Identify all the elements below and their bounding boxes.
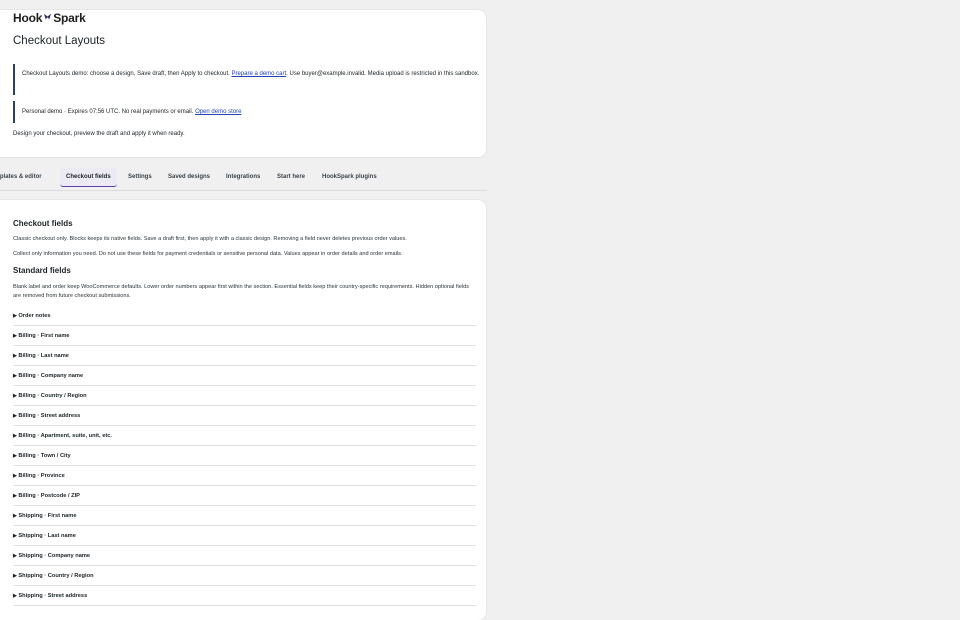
spark-icon bbox=[43, 12, 52, 24]
tab-divider bbox=[0, 190, 487, 191]
field-label: Billing · Street address bbox=[18, 412, 81, 419]
tab-checkout-fields[interactable]: Checkout fields bbox=[60, 168, 117, 187]
field-shipping-country-region[interactable]: ▶ Shipping · Country / Region bbox=[13, 566, 476, 586]
triangle-right-icon: ▶ bbox=[13, 432, 17, 439]
triangle-right-icon: ▶ bbox=[13, 372, 17, 379]
field-label: Billing · Province bbox=[18, 472, 65, 479]
field-label: Shipping · Street address bbox=[18, 592, 88, 599]
personal-demo-notice: Personal demo · Expires 07:56 UTC. No re… bbox=[13, 101, 482, 123]
field-label: Billing · Postcode / ZIP bbox=[18, 492, 80, 499]
triangle-right-icon: ▶ bbox=[13, 492, 17, 499]
field-billing-province[interactable]: ▶ Billing · Province bbox=[13, 466, 476, 486]
checkout-fields-privacy: Collect only information you need. Do no… bbox=[13, 251, 403, 257]
demo-notice-text-after: . Use buyer@example.invalid. Media uploa… bbox=[286, 71, 480, 77]
field-label: Billing · Last name bbox=[18, 352, 69, 359]
intro-text: Design your checkout, preview the draft … bbox=[13, 131, 185, 137]
page-title: Checkout Layouts bbox=[13, 35, 106, 47]
brand-name-part1: Hook bbox=[13, 11, 43, 25]
brand-name-part2: Spark bbox=[53, 11, 86, 25]
field-label: Billing · Apartment, suite, unit, etc. bbox=[18, 432, 112, 439]
personal-notice-text: Personal demo · Expires 07:56 UTC. No re… bbox=[22, 109, 194, 115]
field-billing-first-name[interactable]: ▶ Billing · First name bbox=[13, 326, 476, 346]
field-label: Order notes bbox=[18, 312, 51, 319]
field-label: Shipping · Last name bbox=[18, 532, 76, 539]
tab-settings[interactable]: Settings bbox=[128, 168, 152, 186]
standard-fields-title: Standard fields bbox=[13, 266, 71, 275]
field-shipping-street-address[interactable]: ▶ Shipping · Street address bbox=[13, 586, 476, 606]
field-label: Billing · Town / City bbox=[18, 452, 71, 459]
field-billing-postcode[interactable]: ▶ Billing · Postcode / ZIP bbox=[13, 486, 476, 506]
field-label: Shipping · Company name bbox=[18, 552, 91, 559]
field-billing-town-city[interactable]: ▶ Billing · Town / City bbox=[13, 446, 476, 466]
checkout-fields-title: Checkout fields bbox=[13, 219, 73, 228]
triangle-right-icon: ▶ bbox=[13, 532, 17, 539]
field-billing-apartment[interactable]: ▶ Billing · Apartment, suite, unit, etc. bbox=[13, 426, 476, 446]
triangle-right-icon: ▶ bbox=[13, 592, 17, 599]
tab-start-here[interactable]: Start here bbox=[277, 168, 305, 186]
demo-notice: Checkout Layouts demo: choose a design, … bbox=[13, 64, 482, 95]
standard-fields-list: ▶ Order notes ▶ Billing · First name ▶ Bill… bbox=[13, 306, 476, 606]
field-label: Billing · Company name bbox=[18, 372, 84, 379]
field-shipping-last-name[interactable]: ▶ Shipping · Last name bbox=[13, 526, 476, 546]
checkout-fields-info: Classic checkout only. Blocks keeps its … bbox=[13, 236, 407, 242]
field-label: Shipping · Country / Region bbox=[18, 572, 94, 579]
brand-logo: Hook Spark bbox=[13, 11, 86, 25]
tab-hookspark-plugins[interactable]: HookSpark plugins bbox=[322, 168, 377, 186]
triangle-right-icon: ▶ bbox=[13, 312, 17, 319]
tab-saved-designs[interactable]: Saved designs bbox=[168, 168, 210, 186]
demo-notice-text: Checkout Layouts demo: choose a design, … bbox=[22, 71, 230, 77]
field-label: Billing · First name bbox=[18, 332, 70, 339]
triangle-right-icon: ▶ bbox=[13, 512, 17, 519]
triangle-right-icon: ▶ bbox=[13, 392, 17, 399]
prepare-demo-cart-link[interactable]: Prepare a demo cart bbox=[231, 71, 286, 77]
triangle-right-icon: ▶ bbox=[13, 472, 17, 479]
standard-fields-description: Blank label and order keep WooCommerce d… bbox=[13, 284, 470, 299]
triangle-right-icon: ▶ bbox=[13, 412, 17, 419]
field-shipping-first-name[interactable]: ▶ Shipping · First name bbox=[13, 506, 476, 526]
triangle-right-icon: ▶ bbox=[13, 552, 17, 559]
open-demo-store-link[interactable]: Open demo store bbox=[195, 107, 241, 117]
tab-integrations[interactable]: Integrations bbox=[226, 168, 260, 186]
field-billing-country-region[interactable]: ▶ Billing · Country / Region bbox=[13, 386, 476, 406]
tab-templates-editor[interactable]: Templates & editor bbox=[0, 168, 42, 186]
field-billing-last-name[interactable]: ▶ Billing · Last name bbox=[13, 346, 476, 366]
tab-bar: Templates & editor Checkout fields Setti… bbox=[0, 168, 487, 188]
field-billing-street-address[interactable]: ▶ Billing · Street address bbox=[13, 406, 476, 426]
field-shipping-company-name[interactable]: ▶ Shipping · Company name bbox=[13, 546, 476, 566]
field-label: Shipping · First name bbox=[18, 512, 77, 519]
triangle-right-icon: ▶ bbox=[13, 352, 17, 359]
field-order-notes[interactable]: ▶ Order notes bbox=[13, 306, 476, 326]
triangle-right-icon: ▶ bbox=[13, 572, 17, 579]
field-label: Billing · Country / Region bbox=[18, 392, 87, 399]
triangle-right-icon: ▶ bbox=[13, 452, 17, 459]
field-billing-company-name[interactable]: ▶ Billing · Company name bbox=[13, 366, 476, 386]
triangle-right-icon: ▶ bbox=[13, 332, 17, 339]
